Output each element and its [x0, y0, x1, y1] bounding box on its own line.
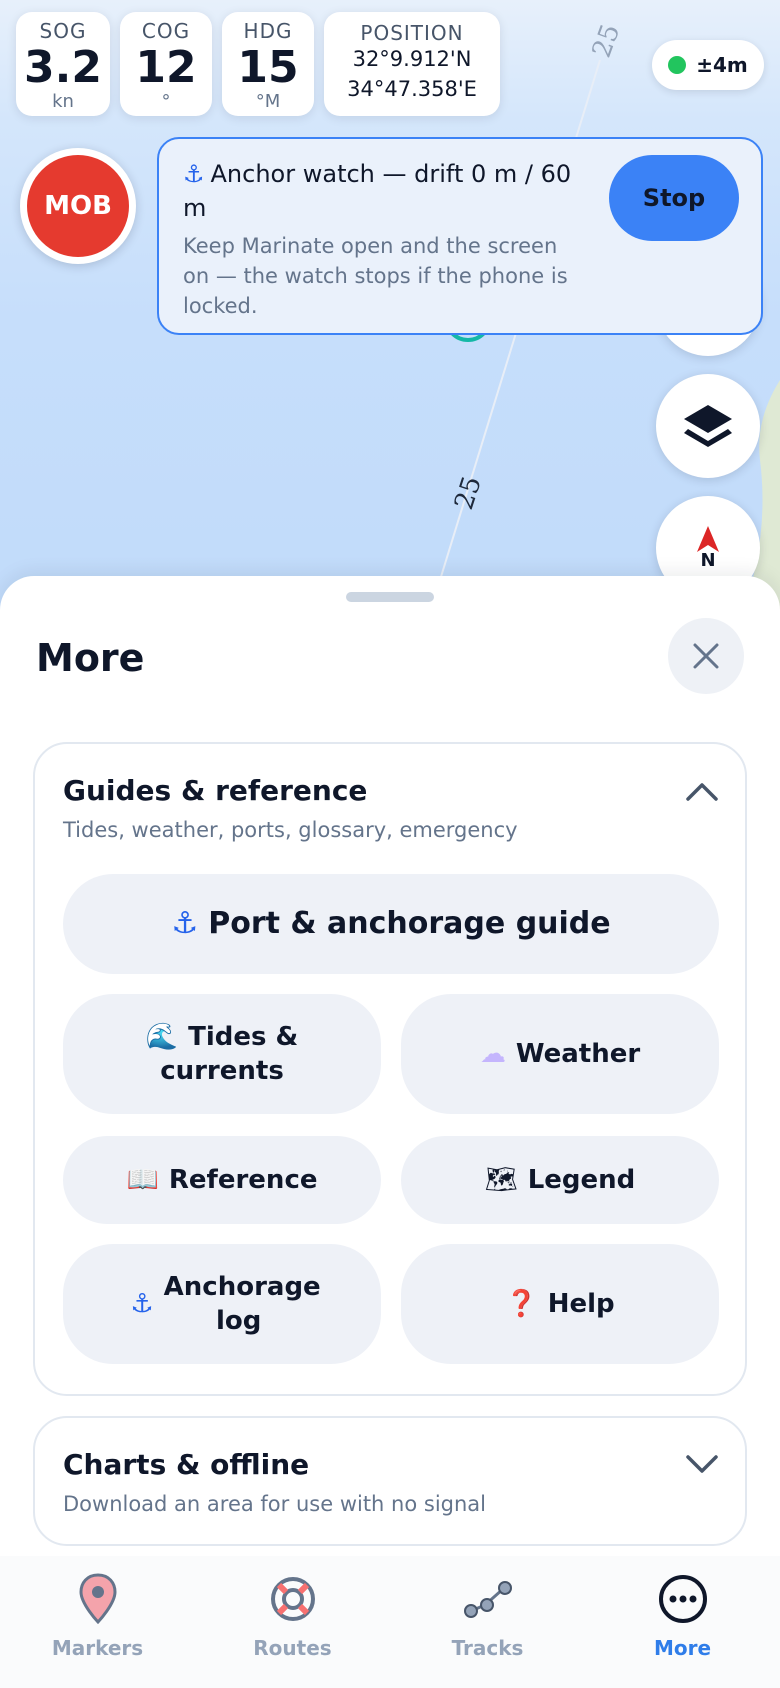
legend-button[interactable]: 🗺 Legend: [401, 1136, 719, 1224]
gps-accuracy-text: ±4m: [696, 53, 748, 77]
port-anchorage-guide-button[interactable]: ⚓ Port & anchorage guide: [63, 874, 719, 974]
help-button[interactable]: ❓ Help: [401, 1244, 719, 1364]
question-icon: ❓: [505, 1289, 538, 1319]
charts-section-subtitle: Download an area for use with no signal: [63, 1492, 486, 1516]
hdg-unit: °M: [255, 91, 281, 112]
tides-currents-label: Tides & currents: [160, 1022, 299, 1086]
position-card[interactable]: POSITION 32°9.912'N 34°47.358'E: [324, 12, 500, 116]
nav-icon-wrap: [658, 1568, 708, 1630]
reference-button[interactable]: 📖 Reference: [63, 1136, 381, 1224]
nav-item-tracks[interactable]: Tracks: [390, 1556, 585, 1688]
anchor-watch-title-row: ⚓ Anchor watch — drift 0 m / 60 m: [183, 157, 593, 225]
map-icon: 🗺: [484, 1165, 518, 1195]
mob-button[interactable]: MOB: [20, 148, 136, 264]
anchor-watch-banner: ⚓ Anchor watch — drift 0 m / 60 m Keep Ma…: [157, 137, 763, 335]
layers-button[interactable]: [656, 374, 760, 478]
chevron-up-icon[interactable]: [685, 780, 719, 802]
charts-section-title: Charts & offline: [63, 1448, 310, 1481]
more-icon: [658, 1575, 707, 1623]
gps-accuracy-badge[interactable]: ±4m: [652, 40, 764, 90]
tides-currents-button[interactable]: 🌊 Tides & currents: [63, 994, 381, 1114]
sheet-grabber[interactable]: [346, 592, 434, 602]
hdg-card[interactable]: HDG 15 °M: [222, 12, 314, 116]
cog-label: COG: [141, 19, 191, 43]
close-icon: [693, 643, 719, 669]
position-label: POSITION: [360, 21, 464, 45]
nav-label: Tracks: [451, 1636, 524, 1660]
cog-card[interactable]: COG 12 °: [120, 12, 212, 116]
gps-status-dot: [668, 56, 687, 74]
nav-icon-wrap: [78, 1568, 118, 1630]
sog-unit: kn: [52, 91, 74, 112]
weather-button[interactable]: ☁ Weather: [401, 994, 719, 1114]
legend-label: Legend: [527, 1165, 636, 1195]
nav-icon-wrap: [463, 1568, 513, 1630]
close-button[interactable]: [668, 618, 744, 694]
charts-section[interactable]: Charts & offline Download an area for us…: [33, 1416, 747, 1546]
stop-anchor-watch-button[interactable]: Stop: [609, 155, 739, 241]
guides-section-subtitle: Tides, weather, ports, glossary, emergen…: [63, 818, 518, 842]
nav-item-routes[interactable]: Routes: [195, 1556, 390, 1688]
bottom-nav: Markers Routes Tracks More: [0, 1556, 780, 1688]
pin-icon: [78, 1573, 117, 1625]
anchor-icon: ⚓: [130, 1289, 154, 1319]
track-icon: [463, 1581, 512, 1618]
nav-label: Routes: [253, 1636, 332, 1660]
latitude-value: 32°9.912'N: [352, 47, 472, 71]
nav-item-more[interactable]: More: [585, 1556, 780, 1688]
mob-label: MOB: [27, 155, 129, 257]
lifebuoy-icon: [270, 1577, 315, 1621]
sog-label: SOG: [39, 19, 87, 43]
hdg-value: 15: [237, 42, 299, 93]
cog-unit: °: [161, 91, 171, 112]
wave-icon: 🌊: [145, 1022, 179, 1052]
chevron-down-icon[interactable]: [685, 1454, 719, 1476]
anchor-watch-subtitle: Keep Marinate open and the screen on — t…: [183, 234, 568, 318]
anchor-watch-title: Anchor watch — drift 0 m / 60 m: [183, 160, 572, 222]
anchor-icon: ⚓: [171, 906, 199, 941]
anchor-icon: ⚓: [183, 160, 205, 188]
nav-label: Markers: [51, 1636, 144, 1660]
hdg-label: HDG: [243, 19, 293, 43]
port-anchorage-guide-label: Port & anchorage guide: [208, 906, 611, 941]
book-icon: 📖: [126, 1165, 159, 1195]
nav-icon-wrap: [270, 1568, 316, 1630]
anchorage-log-button[interactable]: ⚓ Anchorage log: [63, 1244, 381, 1364]
guides-section-title[interactable]: Guides & reference: [63, 774, 367, 807]
tides-currents-content: 🌊 Tides & currents: [137, 1020, 307, 1088]
compass-n-label: N: [700, 549, 716, 571]
cog-value: 12: [135, 42, 197, 93]
sog-value: 3.2: [24, 42, 102, 93]
anchorage-log-label: Anchorage log: [163, 1272, 321, 1336]
layers-icon: [684, 405, 732, 447]
reference-label: Reference: [168, 1165, 318, 1195]
cloud-icon: ☁: [479, 1039, 506, 1069]
nav-item-markers[interactable]: Markers: [0, 1556, 195, 1688]
longitude-value: 34°47.358'E: [347, 77, 477, 101]
north-arrow-icon: [697, 525, 719, 552]
nav-label: More: [653, 1636, 712, 1660]
sog-card[interactable]: SOG 3.2 kn: [16, 12, 110, 116]
guides-section: Guides & reference Tides, weather, ports…: [33, 742, 747, 1396]
help-label: Help: [547, 1289, 615, 1319]
weather-label: Weather: [515, 1039, 641, 1069]
sheet-title: More: [36, 636, 145, 680]
